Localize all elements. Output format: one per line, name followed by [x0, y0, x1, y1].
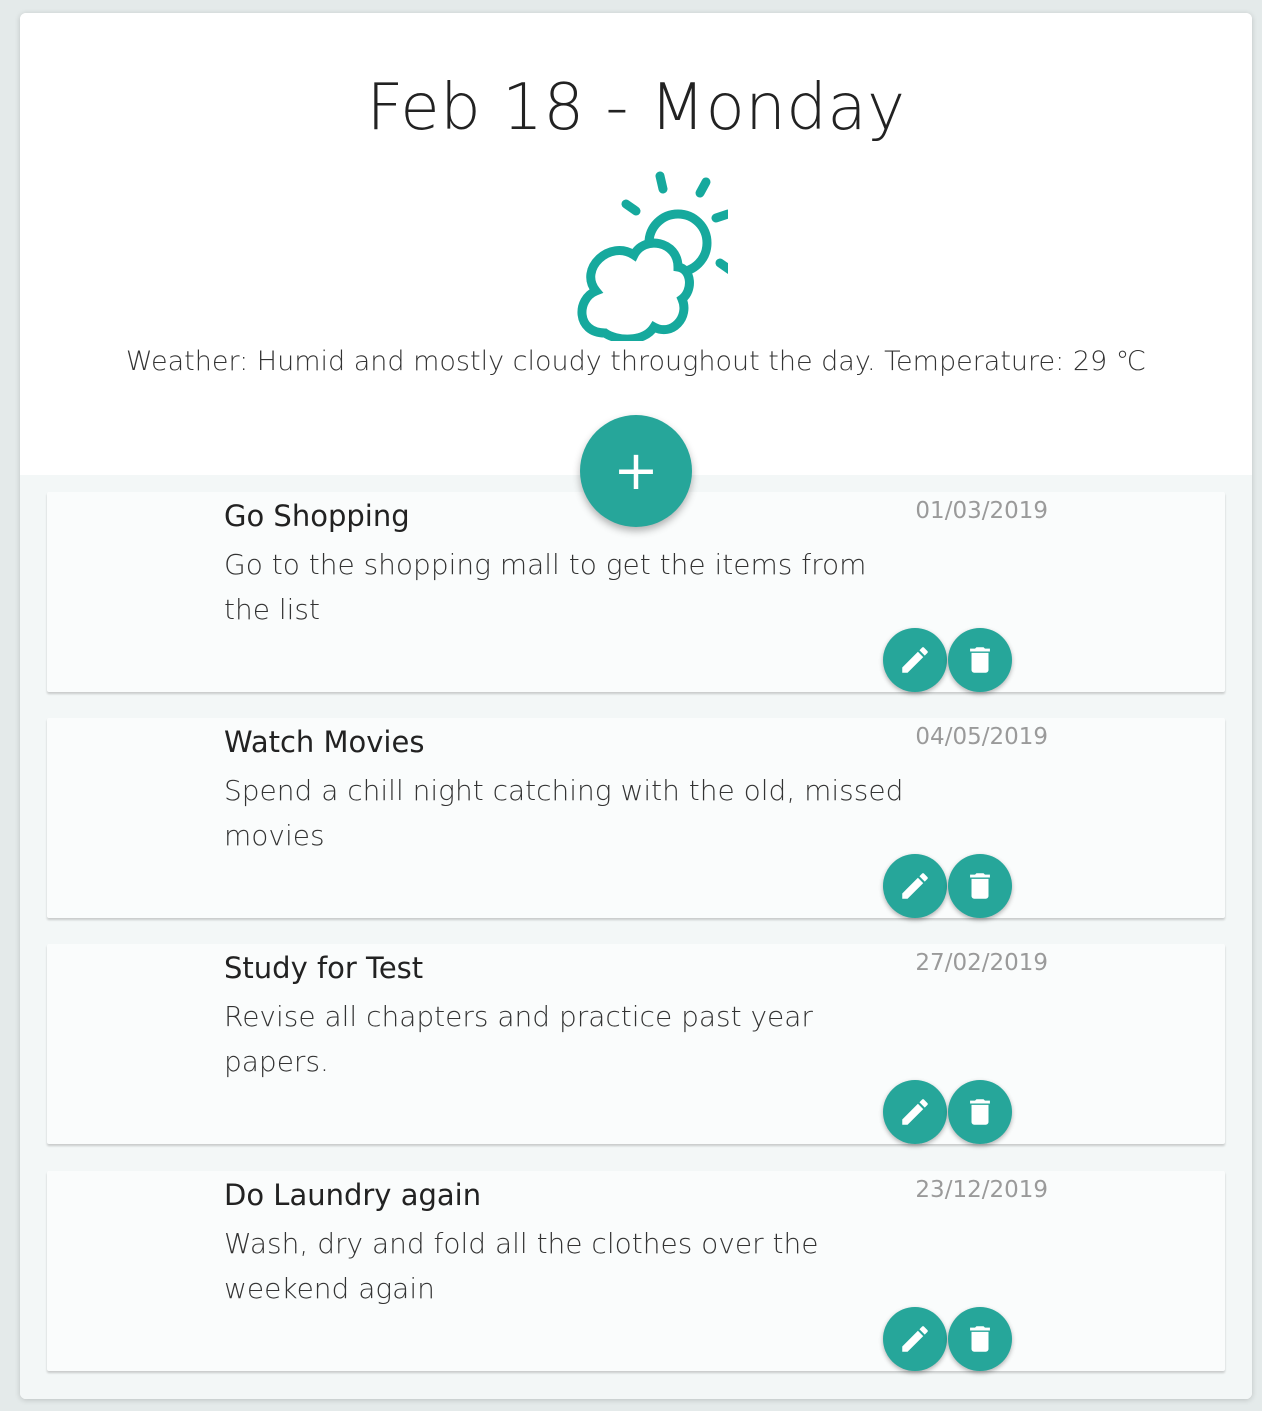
pencil-icon — [902, 1326, 928, 1352]
edit-task-button[interactable] — [883, 628, 947, 692]
edit-task-button[interactable] — [883, 1307, 947, 1371]
task-title: Study for Test — [224, 951, 424, 985]
date-title: Feb 18 - Monday — [366, 71, 906, 145]
task-list: Go Shopping Go to the shopping mall to g… — [20, 475, 1252, 1399]
task-card: Do Laundry again Wash, dry and fold all … — [47, 1171, 1225, 1371]
task-date: 01/03/2019 — [915, 498, 1048, 524]
edit-task-button[interactable] — [883, 1080, 947, 1144]
task-description: Revise all chapters and practice past ye… — [224, 1000, 813, 1078]
delete-task-button[interactable] — [948, 1307, 1012, 1371]
add-task-button[interactable]: + — [580, 415, 692, 527]
task-title: Do Laundry again — [224, 1178, 482, 1212]
task-description: Go to the shopping mall to get the items… — [224, 548, 867, 626]
edit-task-button[interactable] — [883, 854, 947, 918]
task-description: Wash, dry and fold all the clothes over … — [224, 1227, 819, 1305]
weather-description: Weather: Humid and mostly cloudy through… — [125, 346, 1147, 377]
task-card: Watch Movies Spend a chill night catchin… — [47, 718, 1225, 918]
trash-icon — [970, 647, 990, 673]
delete-task-button[interactable] — [948, 854, 1012, 918]
task-card: Study for Test Revise all chapters and p… — [47, 944, 1225, 1144]
todo-app: Feb 18 - Monday Weather: Humid and mostl… — [20, 13, 1252, 1399]
task-date: 04/05/2019 — [915, 724, 1048, 750]
pencil-icon — [902, 1099, 928, 1125]
delete-task-button[interactable] — [948, 628, 1012, 692]
trash-icon — [970, 873, 990, 899]
task-date: 27/02/2019 — [915, 950, 1048, 976]
task-title: Go Shopping — [224, 499, 410, 533]
task-date: 23/12/2019 — [915, 1177, 1048, 1203]
partly-cloudy-icon — [577, 171, 728, 341]
pencil-icon — [902, 873, 928, 899]
trash-icon — [970, 1326, 990, 1352]
task-title: Watch Movies — [224, 725, 425, 759]
delete-task-button[interactable] — [948, 1080, 1012, 1144]
task-description: Spend a chill night catching with the ol… — [224, 774, 904, 852]
trash-icon — [970, 1099, 990, 1125]
day-header: Feb 18 - Monday Weather: Humid and mostl… — [20, 13, 1252, 475]
pencil-icon — [902, 647, 928, 673]
